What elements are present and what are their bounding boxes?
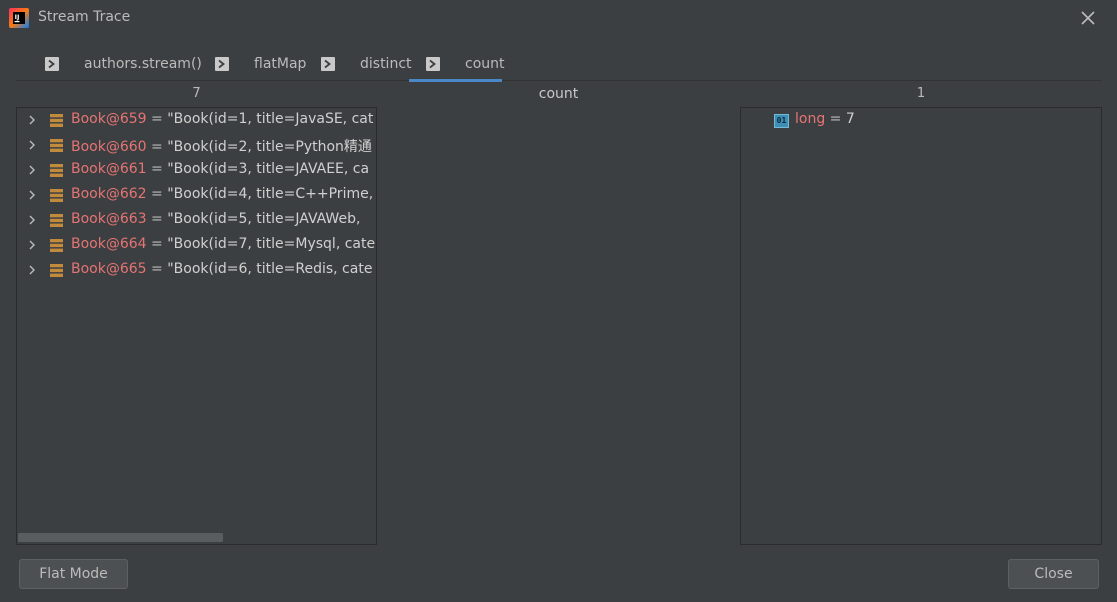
console-icon [45,57,59,71]
console-icon [426,57,440,71]
tab-distinct[interactable]: distinct [308,46,412,81]
chevron-right-icon[interactable] [26,189,38,201]
field-list-icon [50,264,63,277]
tree-row[interactable]: Book@661 = "Book(id=3, title=JAVAEE, ca [17,158,376,183]
equals-sign: = [825,111,846,127]
field-list-icon [50,189,63,202]
chevron-right-icon[interactable] [26,239,38,251]
tab-label: authors.stream() [84,55,202,72]
variable-name: Book@660 [71,139,147,155]
variable-value: "Book(id=6, title=Redis, cate [167,261,373,277]
svg-text:IJ: IJ [15,13,20,21]
equals-sign: = [146,186,168,202]
tree-row[interactable]: Book@663 = "Book(id=5, title=JAVAWeb, [17,208,376,233]
variable-name: Book@659 [71,111,147,127]
equals-sign: = [146,211,168,227]
equals-sign: = [146,139,168,155]
variable-name: Book@662 [71,186,147,202]
field-list-icon [50,164,63,177]
variable-value: 7 [845,111,855,127]
tab-label: flatMap [254,55,307,72]
variable-name: Book@663 [71,211,147,227]
variable-name: Book@665 [71,261,147,277]
tree-row[interactable]: Book@659 = "Book(id=1, title=JavaSE, cat [17,108,376,133]
tree-row[interactable]: Book@665 = "Book(id=6, title=Redis, cate [17,258,376,283]
equals-sign: = [146,261,168,277]
left-values-tree[interactable]: Book@659 = "Book(id=1, title=JavaSE, cat… [16,107,377,545]
chevron-right-icon[interactable] [26,264,38,276]
field-list-icon [50,139,63,152]
tab-count[interactable]: count [409,46,505,82]
right-values-tree[interactable]: 01 long = 7 [740,107,1102,545]
variable-name: Book@661 [71,161,147,177]
variable-value: "Book(id=2, title=Python精通 [167,139,372,155]
chevron-right-icon[interactable] [26,114,38,126]
intellij-app-icon: IJ [9,8,29,28]
equals-sign: = [146,111,168,127]
variable-value: "Book(id=7, title=Mysql, cate [167,236,376,252]
window-title: Stream Trace [38,9,131,25]
horizontal-scrollbar[interactable] [18,533,223,542]
tab-label: count [465,55,505,72]
console-icon [321,57,335,71]
close-window-icon[interactable] [1078,8,1098,28]
tree-row[interactable]: Book@664 = "Book(id=7, title=Mysql, cate [17,233,376,258]
tab-authors-stream[interactable]: authors.stream() [32,46,214,81]
stream-step-tabs: authors.stream() flatMap distinct count [16,46,1101,82]
tree-row[interactable]: Book@662 = "Book(id=4, title=C++Prime, [17,183,376,208]
close-button[interactable]: Close [1008,559,1099,589]
flat-mode-button[interactable]: Flat Mode [19,559,128,589]
left-count-label: 7 [192,86,201,101]
field-list-icon [50,214,63,227]
field-list-icon [50,239,63,252]
chevron-right-icon[interactable] [26,139,38,151]
field-list-icon [50,114,63,127]
console-icon [215,57,229,71]
variable-value: "Book(id=4, title=C++Prime, [167,186,374,202]
tree-row[interactable]: 01 long = 7 [741,108,1101,133]
chevron-right-icon[interactable] [26,214,38,226]
variable-name: long [795,111,826,127]
equals-sign: = [146,236,168,252]
equals-sign: = [146,161,168,177]
variable-value: "Book(id=3, title=JAVAEE, ca [167,161,370,177]
middle-step-title: count [538,86,579,102]
tab-label: distinct [360,55,412,72]
chevron-right-icon[interactable] [26,164,38,176]
right-count-label: 1 [916,86,926,101]
title-bar: IJ Stream Trace [0,0,1117,38]
tree-row[interactable]: Book@660 = "Book(id=2, title=Python精通 [17,133,376,158]
variable-value: "Book(id=5, title=JAVAWeb, [167,211,361,227]
variable-value: "Book(id=1, title=JavaSE, cat [167,111,374,127]
primitive-type-icon: 01 [774,114,789,128]
tab-flatmap[interactable]: flatMap [202,46,306,81]
variable-name: Book@664 [71,236,147,252]
